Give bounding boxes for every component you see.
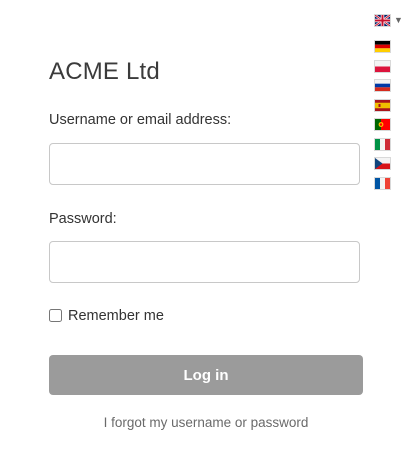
page-title: ACME Ltd — [49, 58, 160, 85]
chevron-down-icon: ▼ — [394, 14, 403, 25]
es-flag-icon[interactable] — [375, 99, 390, 111]
cz-flag-icon[interactable] — [375, 158, 390, 169]
forgot-password-link[interactable]: I forgot my username or password — [49, 415, 363, 430]
fr-flag-icon[interactable] — [375, 177, 390, 189]
remember-me-checkbox[interactable] — [49, 309, 62, 322]
en-gb-flag-icon — [375, 14, 390, 26]
password-label: Password: — [49, 211, 117, 227]
language-list — [375, 41, 391, 197]
pl-flag-icon[interactable] — [375, 60, 390, 72]
it-flag-icon[interactable] — [375, 138, 390, 150]
username-field[interactable] — [49, 143, 360, 185]
password-field[interactable] — [49, 241, 360, 283]
remember-me-label: Remember me — [68, 307, 164, 324]
ru-flag-icon[interactable] — [375, 80, 390, 91]
username-label: Username or email address: — [49, 112, 232, 128]
language-selector[interactable]: ▼ — [375, 13, 405, 27]
login-button[interactable]: Log in — [49, 355, 363, 395]
login-page: ▼ ACME Ltd Username or email address: Pa… — [0, 0, 415, 466]
de-flag-icon[interactable] — [375, 41, 390, 52]
pt-flag-icon[interactable] — [375, 119, 390, 130]
remember-me[interactable]: Remember me — [49, 306, 164, 325]
